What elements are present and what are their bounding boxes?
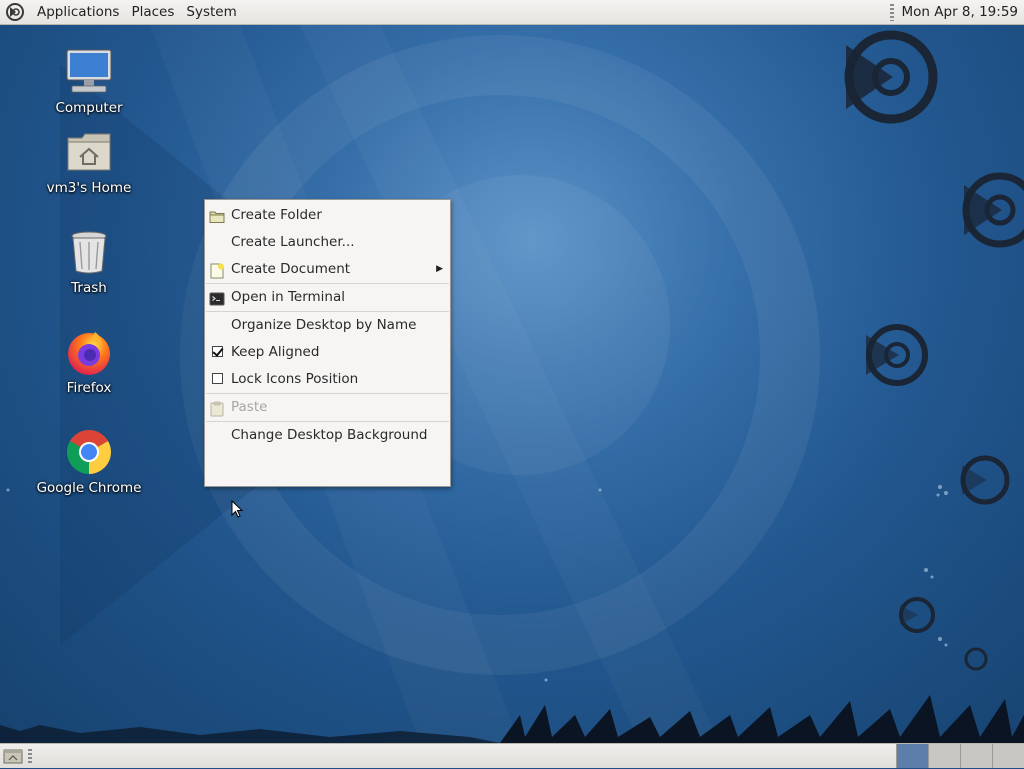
- top-panel: Applications Places System Mon Apr 8, 19…: [0, 0, 1024, 25]
- clock[interactable]: Mon Apr 8, 19:59: [902, 4, 1018, 20]
- menu-item-label: Create Document: [231, 261, 351, 277]
- menu-item-label: Paste: [231, 399, 268, 415]
- trash-icon: [63, 226, 115, 278]
- desktop-icon-trash[interactable]: Trash: [34, 226, 144, 296]
- desktop-icon-label: Trash: [71, 280, 107, 296]
- workspace-2[interactable]: [928, 744, 960, 768]
- chrome-icon: [63, 426, 115, 478]
- desktop-icon-label: Computer: [55, 100, 123, 116]
- keep-aligned-checkbox[interactable]: [212, 346, 223, 357]
- new-document-icon: [209, 262, 225, 279]
- menu-item-label: Open in Terminal: [231, 289, 345, 305]
- desktop[interactable]: Computer vm3's Home Trash Firefox Google…: [0, 25, 1024, 743]
- places-menu[interactable]: Places: [125, 0, 180, 25]
- menu-item-change-background[interactable]: Change Desktop Background: [205, 422, 450, 449]
- clipboard-icon: [209, 400, 225, 417]
- system-menu[interactable]: System: [180, 0, 242, 25]
- lock-icons-checkbox[interactable]: [212, 373, 223, 384]
- firefox-icon: [63, 326, 115, 378]
- desktop-icon-computer[interactable]: Computer: [34, 46, 144, 116]
- panel-handle[interactable]: [28, 749, 32, 763]
- workspace-3[interactable]: [960, 744, 992, 768]
- desktop-icon-label: vm3's Home: [46, 180, 132, 196]
- panel-handle[interactable]: [889, 3, 894, 21]
- menu-item-lock-icons[interactable]: Lock Icons Position: [205, 366, 450, 393]
- wallpaper: [0, 30, 1024, 743]
- submenu-arrow-icon: ▶: [436, 264, 443, 274]
- menu-item-label: Create Folder: [231, 207, 322, 223]
- menu-item-paste: Paste: [205, 394, 450, 421]
- menu-item-keep-aligned[interactable]: Keep Aligned: [205, 339, 450, 366]
- desktop-icon-label: Firefox: [66, 380, 112, 396]
- menu-item-open-terminal[interactable]: Open in Terminal: [205, 284, 450, 311]
- menu-item-create-folder[interactable]: Create Folder: [205, 202, 450, 229]
- menu-item-label: Keep Aligned: [231, 344, 320, 360]
- menu-item-create-launcher[interactable]: Create Launcher...: [205, 229, 450, 256]
- mate-logo-icon[interactable]: [5, 2, 25, 22]
- menu-item-label: Lock Icons Position: [231, 371, 359, 387]
- desktop-icon-home[interactable]: vm3's Home: [34, 126, 144, 196]
- menu-item-label: Create Launcher...: [231, 234, 355, 250]
- home-folder-icon: [63, 126, 115, 178]
- menu-item-organize-desktop[interactable]: Organize Desktop by Name: [205, 312, 450, 339]
- workspace-switcher: [896, 744, 1024, 768]
- computer-icon: [63, 46, 115, 98]
- desktop-icon-chrome[interactable]: Google Chrome: [34, 426, 144, 496]
- folder-icon: [209, 208, 225, 224]
- workspace-4[interactable]: [992, 744, 1024, 768]
- workspace-1[interactable]: [896, 744, 928, 768]
- menu-item-label: Change Desktop Background: [231, 427, 428, 443]
- applications-menu[interactable]: Applications: [31, 0, 125, 25]
- desktop-icon-label: Google Chrome: [36, 480, 142, 496]
- menu-item-label: Organize Desktop by Name: [231, 317, 417, 333]
- desktop-icon-firefox[interactable]: Firefox: [34, 326, 144, 396]
- menu-item-create-document[interactable]: Create Document ▶: [205, 256, 450, 283]
- desktop-context-menu: Create Folder Create Launcher... Create …: [204, 199, 451, 487]
- show-desktop-icon[interactable]: [3, 747, 23, 765]
- bottom-panel: [0, 743, 1024, 768]
- mouse-pointer-icon: [231, 500, 244, 518]
- terminal-icon: [209, 290, 225, 306]
